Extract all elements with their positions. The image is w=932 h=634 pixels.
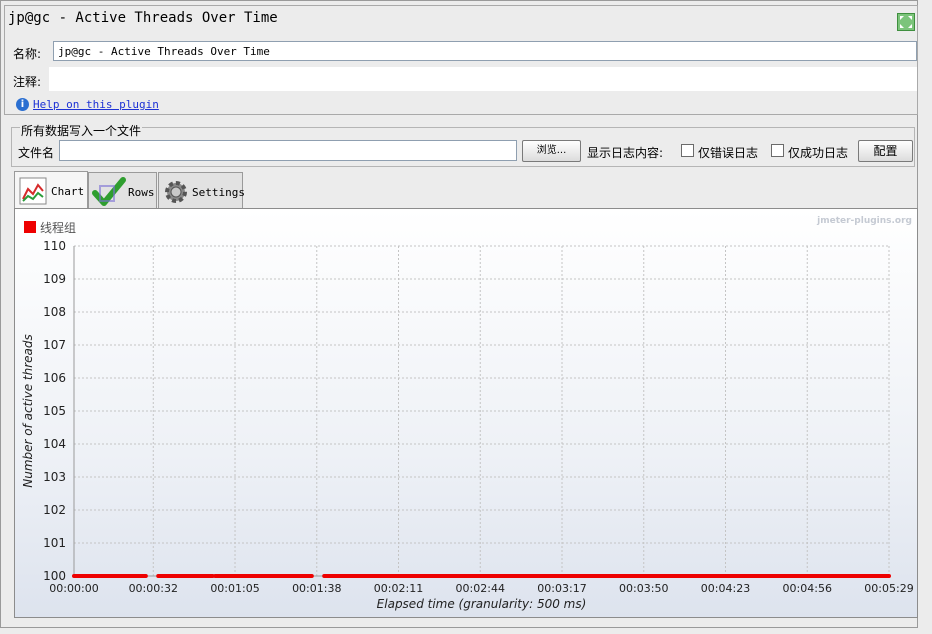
- x-tick-label: 00:01:05: [210, 582, 259, 595]
- y-tick-label: 108: [43, 305, 66, 319]
- watermark: jmeter-plugins.org: [816, 216, 912, 226]
- errors-only-label: 仅错误日志: [698, 146, 759, 160]
- y-tick-label: 107: [43, 338, 66, 352]
- plugin-window: jp@gc - Active Threads Over Time 名称: jp@…: [0, 0, 918, 628]
- x-tick-label: 00:02:11: [374, 582, 423, 595]
- x-tick-label: 00:05:29: [864, 582, 913, 595]
- x-tick-label: 00:03:50: [619, 582, 668, 595]
- comment-input[interactable]: [49, 67, 917, 91]
- y-tick-label: 110: [43, 239, 66, 253]
- x-axis-title: Elapsed time (granularity: 500 ms): [377, 597, 587, 611]
- x-tick-label: 00:03:17: [537, 582, 586, 595]
- tab-settings-label: Settings: [192, 186, 245, 199]
- y-tick-label: 101: [43, 536, 66, 550]
- errors-only-checkbox[interactable]: [681, 144, 694, 157]
- tab-chart[interactable]: Chart: [14, 171, 88, 210]
- x-tick-label: 00:01:38: [292, 582, 341, 595]
- y-tick-label: 106: [43, 371, 66, 385]
- checkmark-icon: [92, 177, 126, 210]
- page-title: jp@gc - Active Threads Over Time: [8, 10, 278, 26]
- y-tick-label: 105: [43, 404, 66, 418]
- x-tick-label: 00:04:56: [783, 582, 832, 595]
- comment-label: 注释:: [13, 75, 42, 89]
- tab-settings[interactable]: Settings: [158, 172, 245, 210]
- active-threads-chart: jmeter-plugins.org 线程组 100 101 102 103 104 105 1…: [21, 216, 914, 611]
- x-tick-label: 00:02:44: [456, 582, 505, 595]
- filename-input[interactable]: [59, 140, 517, 161]
- file-group-title: 所有数据写入一个文件: [20, 122, 143, 139]
- config-button[interactable]: 配置: [858, 140, 913, 162]
- x-tick-label: 00:00:00: [49, 582, 98, 595]
- browse-button[interactable]: 浏览...: [522, 140, 581, 162]
- expand-icon[interactable]: [897, 13, 915, 31]
- y-tick-label: 100: [43, 569, 66, 583]
- info-icon: i: [16, 98, 29, 111]
- tab-rows[interactable]: Rows: [88, 172, 157, 210]
- chart-panel: jmeter-plugins.org 线程组 100 101 102 103 104 105 1…: [14, 208, 918, 618]
- y-tick-label: 104: [43, 437, 66, 451]
- success-only-checkbox[interactable]: [771, 144, 784, 157]
- gear-icon: [163, 179, 189, 208]
- y-axis-title: Number of active threads: [21, 334, 35, 488]
- tab-rows-label: Rows: [128, 186, 155, 199]
- legend-label: 线程组: [40, 220, 76, 235]
- log-display-label: 显示日志内容:: [587, 146, 664, 160]
- y-tick-label: 103: [43, 470, 66, 484]
- x-tick-label: 00:00:32: [129, 582, 178, 595]
- filename-label: 文件名: [18, 146, 55, 160]
- success-only-label: 仅成功日志: [788, 146, 849, 160]
- tab-chart-label: Chart: [51, 185, 85, 198]
- y-tick-label: 102: [43, 503, 66, 517]
- chart-icon: [19, 177, 47, 208]
- legend-swatch: [24, 221, 36, 233]
- x-tick-label: 00:04:23: [701, 582, 750, 595]
- y-tick-label: 109: [43, 272, 66, 286]
- help-link[interactable]: Help on this plugin: [33, 98, 159, 111]
- name-input[interactable]: jp@gc - Active Threads Over Time: [53, 41, 917, 61]
- name-label: 名称:: [13, 47, 42, 61]
